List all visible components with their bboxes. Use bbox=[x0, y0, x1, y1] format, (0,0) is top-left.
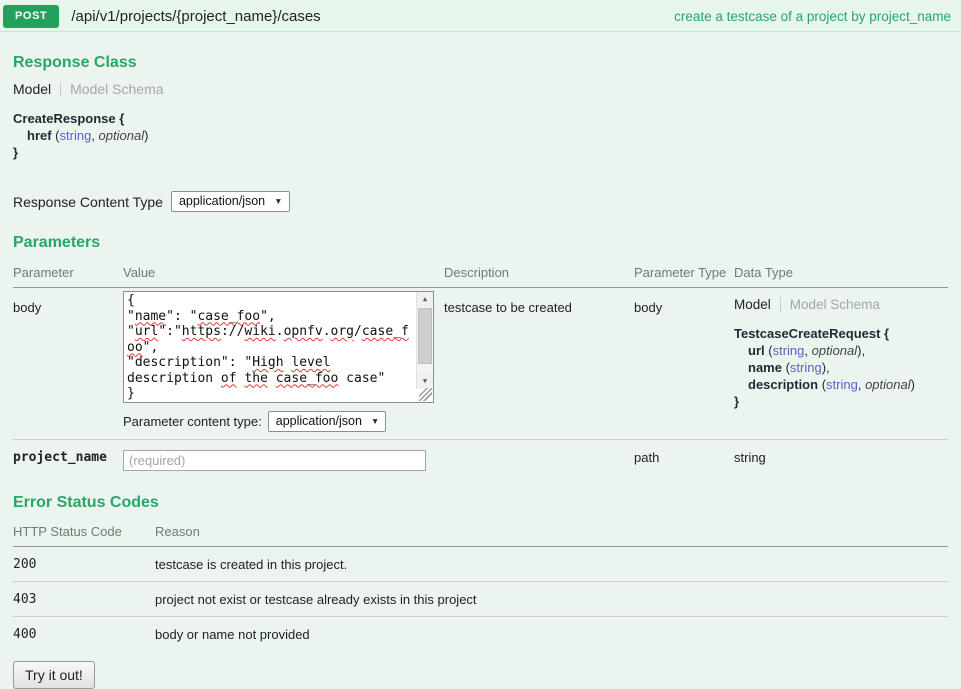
error-code-400: 400 bbox=[13, 617, 155, 651]
tab-model[interactable]: Model bbox=[13, 81, 51, 97]
scroll-up-icon[interactable]: ▲ bbox=[417, 292, 433, 307]
param-name-project-name: project_name bbox=[13, 440, 123, 471]
tab-model-schema[interactable]: Model Schema bbox=[790, 297, 880, 312]
try-it-out-button[interactable]: Try it out! bbox=[13, 661, 95, 689]
col-http-status-code: HTTP Status Code bbox=[13, 518, 155, 547]
error-code-403: 403 bbox=[13, 582, 155, 617]
tab-divider bbox=[60, 82, 61, 97]
error-status-codes-table: HTTP Status Code Reason 200 testcase is … bbox=[13, 518, 948, 651]
scroll-down-icon[interactable]: ▼ bbox=[417, 374, 433, 389]
param-type-project-name: path bbox=[634, 440, 734, 471]
parameters-title: Parameters bbox=[13, 234, 948, 252]
param-description-body: testcase to be created bbox=[444, 288, 634, 432]
response-content-type-select[interactable]: application/json ▼ bbox=[171, 191, 290, 212]
request-model-signature: TestcaseCreateRequest {url (string, opti… bbox=[734, 325, 948, 410]
param-name-body: body bbox=[13, 288, 123, 432]
operation-content: Response Class Model Model Schema Create… bbox=[0, 32, 961, 689]
response-class-tabs: Model Model Schema bbox=[13, 81, 948, 97]
project-name-input[interactable] bbox=[123, 450, 426, 471]
chevron-down-icon: ▼ bbox=[371, 416, 379, 426]
parameter-content-type-value: application/json bbox=[276, 414, 362, 428]
error-reason-400: body or name not provided bbox=[155, 617, 948, 651]
endpoint-summary-link[interactable]: create a testcase of a project by projec… bbox=[674, 9, 951, 24]
response-class-title: Response Class bbox=[13, 32, 948, 72]
response-content-type-row: Response Content Type application/json ▼ bbox=[13, 191, 948, 212]
col-parameter-type: Parameter Type bbox=[634, 259, 734, 288]
tab-divider bbox=[780, 297, 781, 312]
data-type-body-cell: Model Model Schema TestcaseCreateRequest… bbox=[734, 288, 948, 432]
tab-model[interactable]: Model bbox=[734, 297, 771, 312]
error-code-200: 200 bbox=[13, 547, 155, 582]
endpoint-path-link[interactable]: /api/v1/projects/{project_name}/cases bbox=[71, 8, 320, 25]
http-method-badge: POST bbox=[3, 5, 59, 28]
col-reason: Reason bbox=[155, 518, 948, 547]
response-model-signature: CreateResponse {href (string, optional)} bbox=[13, 110, 948, 161]
parameters-table: Parameter Value Description Parameter Ty… bbox=[13, 259, 948, 471]
resize-grip-icon[interactable] bbox=[419, 388, 432, 401]
parameter-content-type-label: Parameter content type: bbox=[123, 414, 262, 429]
col-description: Description bbox=[444, 259, 634, 288]
error-status-codes-title: Error Status Codes bbox=[13, 494, 948, 512]
operation-header: POST /api/v1/projects/{project_name}/cas… bbox=[0, 2, 961, 32]
body-json-text: { "name": "case_foo", "url":"https://wik… bbox=[127, 293, 417, 402]
body-value-editor[interactable]: { "name": "case_foo", "url":"https://wik… bbox=[123, 291, 434, 403]
scrollbar-thumb[interactable] bbox=[418, 308, 432, 364]
error-reason-403: project not exist or testcase already ex… bbox=[155, 582, 948, 617]
param-description-project-name bbox=[444, 440, 634, 471]
col-value: Value bbox=[123, 259, 444, 288]
col-parameter: Parameter bbox=[13, 259, 123, 288]
error-reason-200: testcase is created in this project. bbox=[155, 547, 948, 582]
data-type-project-name: string bbox=[734, 440, 948, 471]
param-type-body: body bbox=[634, 288, 734, 432]
tab-model-schema[interactable]: Model Schema bbox=[70, 81, 163, 97]
parameter-content-type-select[interactable]: application/json ▼ bbox=[268, 411, 387, 432]
parameter-content-type-row: Parameter content type: application/json… bbox=[123, 411, 444, 432]
chevron-down-icon: ▼ bbox=[274, 196, 282, 206]
param-value-cell: { "name": "case_foo", "url":"https://wik… bbox=[123, 288, 444, 432]
editor-scrollbar[interactable]: ▲ ▼ bbox=[416, 292, 433, 389]
data-type-tabs: Model Model Schema bbox=[734, 297, 948, 312]
response-content-type-value: application/json bbox=[179, 194, 265, 208]
project-name-value-cell bbox=[123, 440, 444, 471]
col-data-type: Data Type bbox=[734, 259, 948, 288]
response-content-type-label: Response Content Type bbox=[13, 194, 163, 210]
